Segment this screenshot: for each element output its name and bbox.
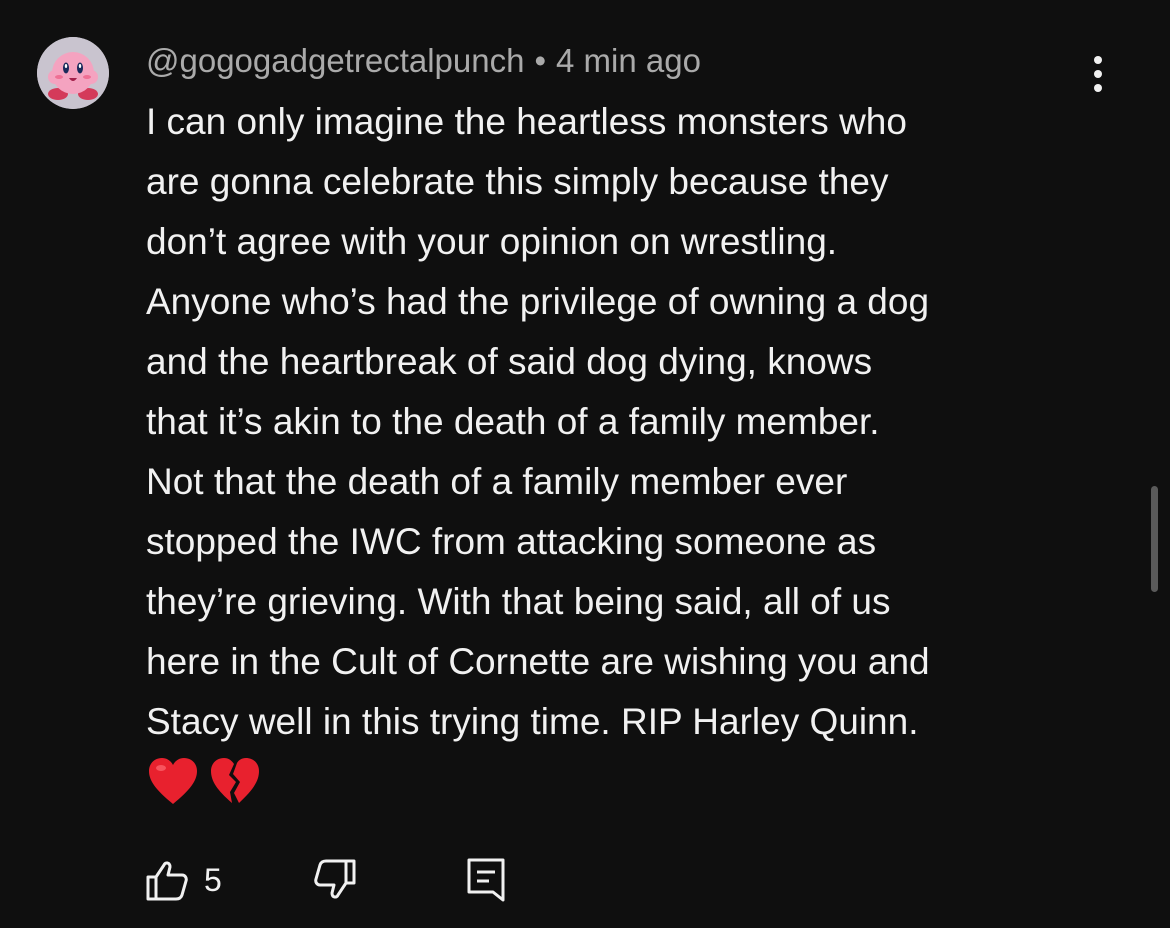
comment-text: I can only imagine the heartless monster… [146, 101, 930, 742]
comment-timestamp: 4 min ago [556, 42, 701, 79]
thumb-down-icon [314, 859, 356, 899]
reply-button[interactable] [464, 852, 508, 908]
comment-thread: @gogogadgetrectalpunch • 4 min ago I can o… [0, 0, 1170, 928]
scrollbar-thumb[interactable] [1151, 486, 1158, 592]
thumb-up-icon [146, 861, 188, 901]
dislike-button[interactable] [312, 852, 358, 908]
like-count: 5 [204, 861, 222, 898]
like-button[interactable]: 5 [144, 852, 222, 908]
broken-heart-icon [211, 758, 259, 803]
more-options-button[interactable] [1080, 52, 1116, 96]
avatar[interactable] [37, 37, 109, 109]
author-name[interactable]: @gogogadgetrectalpunch [146, 42, 524, 79]
red-heart-icon [149, 758, 197, 804]
kirby-avatar-icon [37, 37, 109, 109]
emoji-row [146, 754, 262, 808]
comment-header: @gogogadgetrectalpunch • 4 min ago [146, 38, 701, 84]
comment-reply-icon [467, 858, 505, 902]
more-vertical-icon [1094, 56, 1102, 92]
header-separator: • [534, 42, 547, 79]
